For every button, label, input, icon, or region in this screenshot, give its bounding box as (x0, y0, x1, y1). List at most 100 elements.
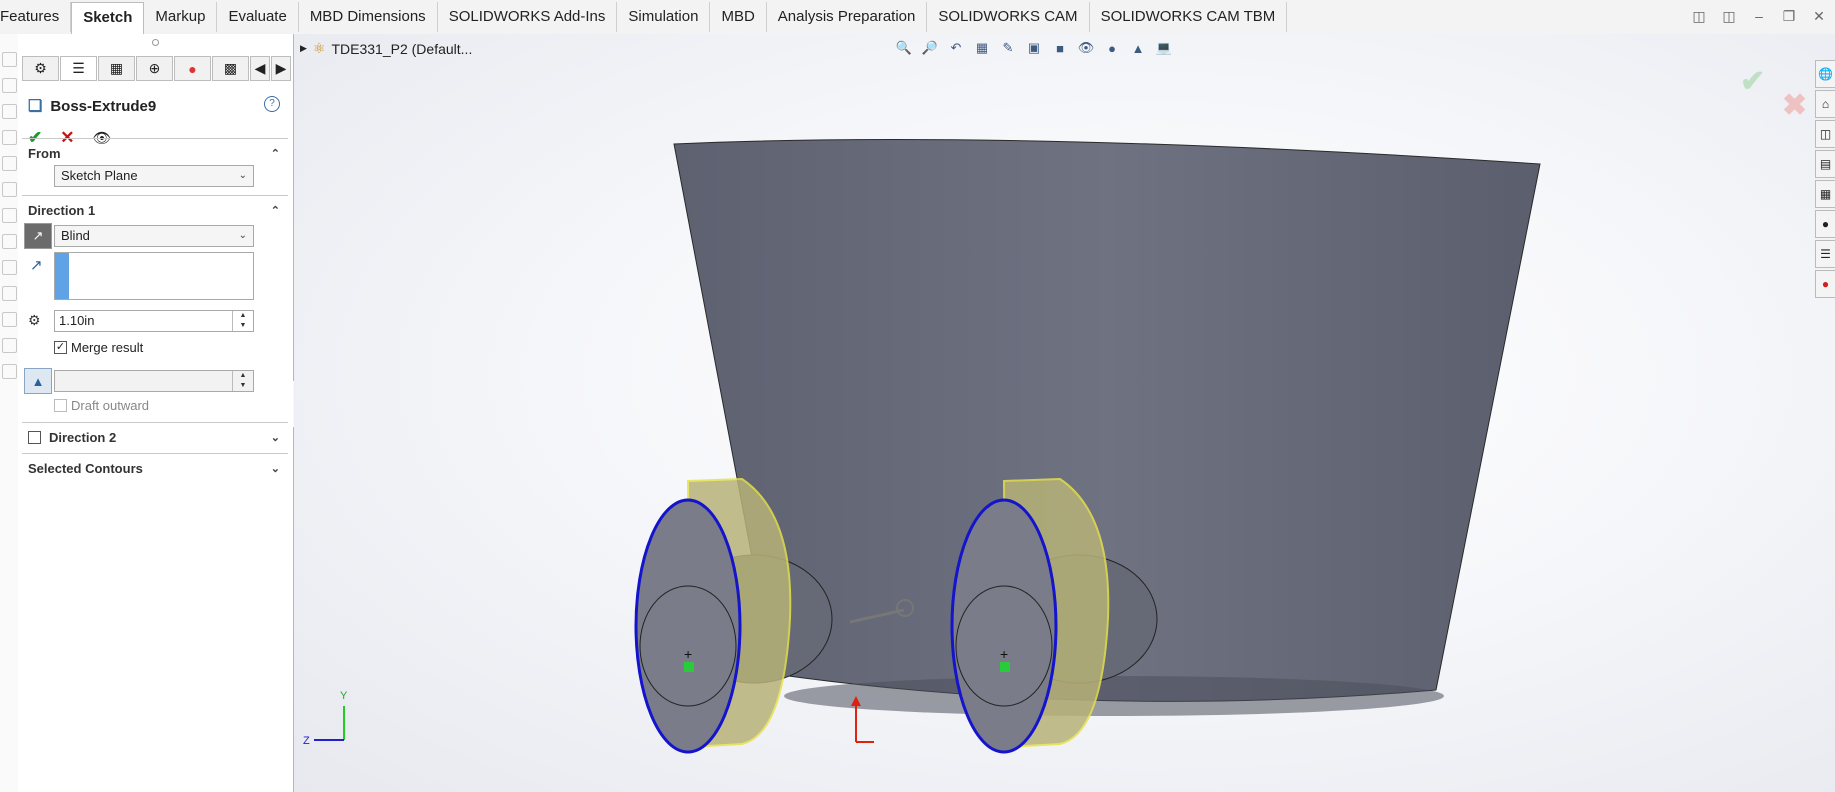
feature-tree-ghost-strip (0, 34, 18, 792)
tab-evaluate[interactable]: Evaluate (217, 2, 299, 32)
ghost-feature-icon (2, 312, 17, 327)
close-icon[interactable]: ✕ (1811, 8, 1827, 25)
tab-features[interactable]: Features (0, 2, 72, 32)
draft-outward-label: Draft outward (71, 398, 150, 413)
ghost-feature-icon (2, 364, 17, 379)
draft-outward-checkbox (54, 399, 67, 412)
end-condition-dropdown[interactable]: Blind ⌄ (54, 225, 254, 247)
ghost-part-icon (2, 52, 17, 67)
tab-markup[interactable]: Markup (144, 2, 218, 32)
from-section: From ⌃ (22, 138, 288, 167)
ribbon-tabs: Features Sketch Markup Evaluate MBD Dime… (0, 2, 1288, 34)
design-library-icon[interactable]: ◫ (1815, 120, 1835, 148)
depth-spinbox[interactable]: 1.10in ▲ ▼ (54, 310, 254, 332)
panel-grip-handle[interactable] (152, 39, 159, 46)
edit-appearance-icon[interactable]: ● (1102, 38, 1122, 58)
tab-simulation[interactable]: Simulation (617, 2, 711, 32)
previous-view-icon[interactable]: ↶ (946, 38, 966, 58)
chevron-down-icon: ⌄ (270, 462, 280, 475)
restore-icon[interactable]: ❐ (1781, 8, 1797, 25)
chevron-down-icon: ⌄ (270, 431, 280, 444)
svg-text:+: + (684, 646, 692, 662)
feature-title: ❏ Boss-Extrude9 (28, 96, 156, 116)
appearances-icon[interactable]: ● (1815, 210, 1835, 238)
from-header-label: From (28, 145, 61, 161)
depth-value: 1.10in (59, 313, 95, 328)
section-view-icon[interactable]: ▦ (972, 38, 992, 58)
draft-toggle-button[interactable]: ▲ (24, 368, 52, 394)
chevron-down-icon: ⌄ (238, 170, 247, 181)
custom-properties-icon[interactable]: ☰ (1815, 240, 1835, 268)
toolbox-icon[interactable]: ▦ (1815, 180, 1835, 208)
ghost-feature-icon (2, 104, 17, 119)
tab-mbd[interactable]: MBD (710, 2, 767, 32)
solidworks-resources-icon[interactable]: 🌐 (1815, 60, 1835, 88)
spin-arrows[interactable]: ▲ ▼ (232, 311, 253, 331)
depth-icon: ⚙ (28, 312, 41, 328)
feature-name: Boss-Extrude9 (50, 97, 157, 115)
command-manager-tabbar: Features Sketch Markup Evaluate MBD Dime… (0, 0, 1835, 35)
ghost-feature-icon (2, 260, 17, 275)
help-icon[interactable]: ? (264, 96, 280, 112)
selected-contours-header[interactable]: Selected Contours ⌄ (22, 454, 288, 482)
tab-solidworks-cam-tbm[interactable]: SOLIDWORKS CAM TBM (1090, 2, 1288, 32)
from-dropdown-value: Sketch Plane (61, 168, 138, 183)
direction2-checkbox[interactable] (28, 430, 41, 444)
dimxpertmanager-tab-icon[interactable]: ⊕ (136, 56, 173, 81)
zoom-to-area-icon[interactable]: 🔎 (920, 38, 940, 58)
displaymanager-tab-icon[interactable]: ● (174, 56, 211, 81)
direction2-header-left: Direction 2 (28, 430, 116, 445)
direction2-section-header[interactable]: Direction 2 ⌄ (22, 423, 288, 451)
chevron-down-icon: ⌄ (238, 230, 247, 241)
left-center-point-marker (684, 662, 694, 672)
view-triad-z-label: Z (303, 735, 310, 747)
minimize-icon[interactable]: – (1751, 8, 1767, 25)
draft-angle-spinbox: ▲ ▼ (54, 370, 254, 392)
model-viewport: + + Y Z (303, 139, 1541, 754)
expand-arrow-icon[interactable]: ▶ (300, 43, 307, 54)
apply-scene-icon[interactable]: ▲ (1128, 38, 1148, 58)
merge-result-checkbox[interactable]: ✓ (54, 341, 67, 354)
home-icon[interactable]: ⌂ (1815, 90, 1835, 118)
confirm-corner-ok-icon[interactable]: ✔ (1740, 64, 1765, 99)
direction1-section-header[interactable]: Direction 1 ⌃ (22, 196, 288, 224)
tab-solidworks-addins[interactable]: SOLIDWORKS Add-Ins (438, 2, 618, 32)
configurationmanager-tab-icon[interactable]: ▦ (98, 56, 135, 81)
merge-result-row[interactable]: ✓ Merge result (54, 340, 143, 355)
tile-left-icon[interactable]: ◫ (1691, 8, 1707, 25)
from-section-header[interactable]: From ⌃ (22, 139, 288, 167)
spin-arrows: ▲ ▼ (232, 371, 253, 391)
file-explorer-icon[interactable]: ▤ (1815, 150, 1835, 178)
cam-manager-tab-icon[interactable]: ▩ (212, 56, 249, 81)
direction-of-extrusion-selection-box[interactable] (54, 252, 254, 300)
right-sketch-circle[interactable] (950, 498, 1058, 754)
tabs-scroll-left-icon[interactable]: ◀ (250, 56, 270, 81)
tab-mbd-dimensions[interactable]: MBD Dimensions (299, 2, 438, 32)
view-orientation-icon[interactable]: ▣ (1024, 38, 1044, 58)
draft-icon: ▲ (31, 373, 45, 389)
tab-analysis-preparation[interactable]: Analysis Preparation (767, 2, 928, 32)
tabs-scroll-right-icon[interactable]: ▶ (271, 56, 291, 81)
flyout-tree-header[interactable]: ▶ ⚛ TDE331_P2 (Default... (300, 40, 472, 57)
zoom-to-fit-icon[interactable]: 🔍 (894, 38, 914, 58)
view-settings-icon[interactable]: 💻 (1154, 38, 1174, 58)
display-style-icon[interactable]: ■ (1050, 38, 1070, 58)
ghost-feature-icon (2, 208, 17, 223)
property-manager: ⚙ ☰ ▦ ⊕ ● ▩ ◀ ▶ ❏ Boss-Extrude9 ? ✔ ✕ 👁 … (18, 34, 294, 792)
tile-right-icon[interactable]: ◫ (1721, 8, 1737, 25)
hide-show-items-icon[interactable]: 👁 (1076, 38, 1096, 58)
part-icon: ⚛ (312, 40, 326, 56)
propertymanager-tab-icon[interactable]: ☰ (60, 56, 97, 81)
featuremanager-tab-icon[interactable]: ⚙ (22, 56, 59, 81)
tab-solidworks-cam[interactable]: SOLIDWORKS CAM (927, 2, 1090, 32)
tab-sketch[interactable]: Sketch (71, 2, 145, 34)
from-dropdown[interactable]: Sketch Plane ⌄ (54, 165, 254, 187)
reverse-direction-button[interactable]: ↗ (24, 223, 52, 249)
manager-tabs: ⚙ ☰ ▦ ⊕ ● ▩ ◀ ▶ (22, 56, 292, 81)
dynamic-annotation-icon[interactable]: ✎ (998, 38, 1018, 58)
graphics-area[interactable]: + + Y Z ▶ ⚛ TDE331_P2 (Default... 🔍 🔎 ↶ … (294, 34, 1835, 792)
left-sketch-circle[interactable] (634, 498, 742, 754)
direction1-section: Direction 1 ⌃ (22, 195, 288, 224)
confirm-corner-cancel-icon[interactable]: ✖ (1782, 88, 1807, 123)
solidworks-forum-icon[interactable]: ● (1815, 270, 1835, 298)
